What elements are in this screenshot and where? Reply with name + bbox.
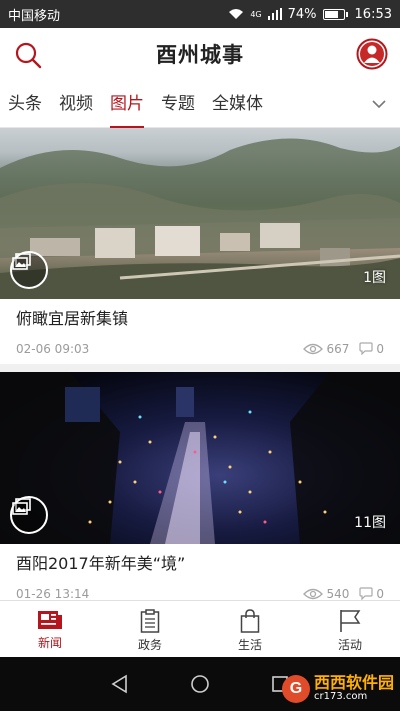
carrier-name: 中国移动: [8, 8, 61, 24]
nav-item-activities[interactable]: 活动: [300, 601, 400, 657]
network-type: 4G: [250, 9, 262, 19]
news-icon: [38, 611, 62, 629]
comment-count-value: 0: [376, 341, 384, 356]
wifi-icon: [229, 9, 244, 19]
comment-icon: [359, 587, 373, 600]
category-tabs: 头条 视频 图片 专题 全媒体: [0, 80, 400, 128]
comment-icon: [359, 342, 373, 355]
image-count: 1图: [363, 270, 386, 286]
nav-label-life: 生活: [237, 638, 262, 652]
photo-thumbnail[interactable]: 1图: [0, 128, 400, 299]
tab-pictures[interactable]: 图片: [110, 80, 144, 128]
signal-icon: [267, 8, 282, 20]
app-header: 酉州城事: [0, 28, 400, 80]
card-title[interactable]: 酉阳2017年新年美“境”: [0, 544, 400, 578]
eye-icon: [303, 343, 324, 354]
night-city-photo: [0, 372, 400, 544]
tab-all-media[interactable]: 全媒体: [212, 80, 263, 128]
nav-item-life[interactable]: 生活: [200, 601, 300, 657]
back-icon[interactable]: [110, 674, 130, 694]
chevron-down-icon[interactable]: [372, 97, 386, 111]
app-title: 酉州城事: [156, 42, 244, 67]
view-count-value: 540: [326, 586, 350, 601]
watermark: G 西西软件园 cr173.com: [281, 675, 394, 703]
image-count: 11图: [354, 515, 386, 531]
comment-count-value: 0: [376, 586, 384, 601]
comment-count: 0: [359, 342, 384, 356]
app-screen: 中国移动 4G 74% 16:53 酉州城事 头条 视频 图片 专题 全媒体 1…: [0, 0, 400, 711]
nav-label-government: 政务: [137, 638, 162, 652]
battery-percent: 74%: [287, 6, 317, 22]
gallery-icon: [10, 251, 48, 289]
nav-item-news[interactable]: 新闻: [0, 601, 100, 657]
tab-headlines[interactable]: 头条: [8, 80, 42, 128]
watermark-text: 西西软件园 cr173.com: [314, 675, 394, 702]
publish-date: 02-06 09:03: [16, 341, 90, 356]
home-icon[interactable]: [190, 674, 210, 694]
search-icon[interactable]: [13, 40, 43, 70]
view-count-value: 667: [326, 341, 350, 356]
shopping-bag-icon: [240, 609, 260, 633]
tab-video[interactable]: 视频: [59, 80, 93, 128]
publish-date: 01-26 13:14: [16, 586, 90, 601]
photo-card[interactable]: 11图 酉阳2017年新年美“境” 01-26 13:14 540 0: [0, 372, 400, 600]
watermark-logo: G: [281, 675, 310, 703]
card-title[interactable]: 俯瞰宜居新集镇: [0, 299, 400, 333]
watermark-sub: cr173.com: [313, 691, 368, 703]
comment-count: 0: [359, 586, 384, 601]
photo-card[interactable]: 1图 俯瞰宜居新集镇 02-06 09:03 667 0: [0, 128, 400, 364]
nav-item-government[interactable]: 政务: [100, 601, 200, 657]
nav-label-news: 新闻: [37, 636, 62, 650]
tab-topics[interactable]: 专题: [161, 80, 195, 128]
eye-icon: [303, 588, 324, 599]
status-bar: 中国移动 4G 74% 16:53: [0, 0, 400, 28]
view-count: 667: [303, 342, 349, 356]
battery-icon: [322, 8, 348, 20]
card-meta: 02-06 09:03 667 0: [0, 333, 400, 364]
town-aerial-photo: [0, 138, 400, 299]
clock: 16:53: [354, 6, 392, 22]
watermark-main: 西西软件园: [313, 673, 394, 693]
photo-thumbnail[interactable]: 11图: [0, 372, 400, 544]
user-avatar-icon[interactable]: [356, 38, 388, 70]
gallery-icon: [10, 496, 48, 534]
battery-fill: [324, 10, 338, 18]
system-nav-bar: G 西西软件园 cr173.com: [0, 657, 400, 711]
flag-icon: [340, 610, 361, 632]
status-icons: 4G 74% 16:53: [228, 7, 392, 22]
card-meta: 01-26 13:14 540 0: [0, 578, 400, 600]
view-count: 540: [303, 586, 350, 601]
clipboard-icon: [140, 609, 160, 633]
photo-feed: 1图 俯瞰宜居新集镇 02-06 09:03 667 0 11图 酉阳2017年…: [0, 128, 400, 600]
bottom-nav: 新闻 政务 生活 活动: [0, 600, 400, 657]
nav-label-activities: 活动: [337, 638, 362, 652]
